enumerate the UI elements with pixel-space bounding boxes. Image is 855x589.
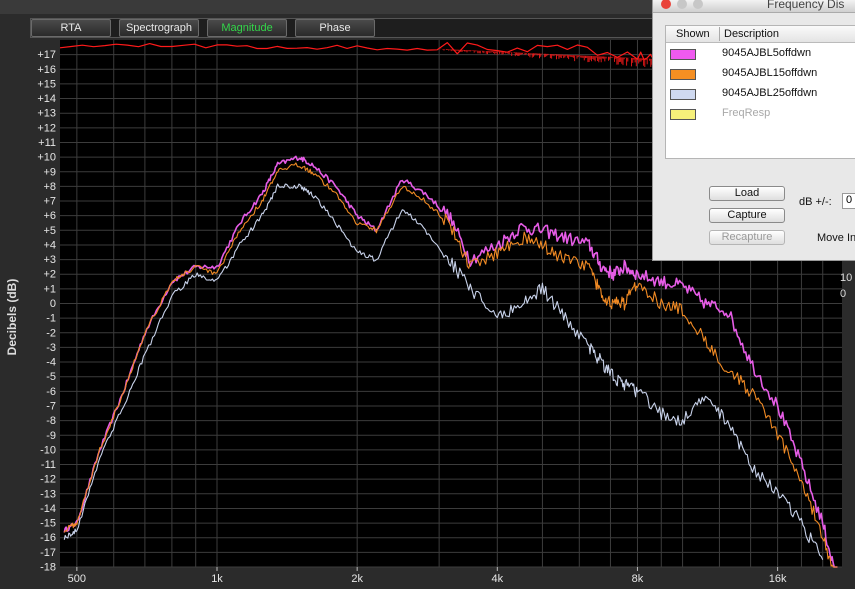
curve-color-swatch[interactable] — [670, 109, 696, 120]
y-tick-label: -5 — [46, 371, 56, 383]
y-tick-label: -4 — [46, 357, 56, 369]
y-tick-label: -13 — [40, 488, 56, 500]
curve-row[interactable]: 9045AJBL25offdwn — [666, 84, 855, 104]
move-in-label: Move In — [817, 232, 855, 244]
minimize-window-icon[interactable] — [677, 0, 687, 9]
dialog-title: Frequency Dis — [767, 0, 845, 11]
y-tick-label: +17 — [37, 49, 56, 61]
y-tick-label: -2 — [46, 327, 56, 339]
capture-button[interactable]: Capture — [709, 208, 785, 223]
y-tick-label: -17 — [40, 547, 56, 559]
y-tick-label: +7 — [43, 196, 56, 208]
close-window-icon[interactable] — [661, 0, 671, 9]
y-tick-label: -10 — [40, 444, 56, 456]
column-separator — [719, 27, 720, 41]
y-tick-label: -12 — [40, 474, 56, 486]
curve-table: Shown Description 9045AJBL5offdwn 9045AJ… — [665, 25, 855, 159]
x-tick-label: 1k — [211, 573, 223, 585]
y-tick-label: -11 — [41, 459, 56, 471]
y-tick-label: -6 — [46, 386, 56, 398]
x-tick-label: 2k — [351, 573, 363, 585]
y-tick-labels: +17+16+15+14+13+12+11+10+9+8+7+6+5+4+3+2… — [37, 49, 56, 573]
recapture-button[interactable]: Recapture — [709, 230, 785, 245]
y-tick-label: +15 — [37, 78, 56, 90]
curve-description: 9045AJBL25offdwn — [722, 87, 818, 99]
y-tick-label: -15 — [40, 518, 56, 530]
curve-row[interactable]: 9045AJBL5offdwn — [666, 44, 855, 64]
frequency-display-dialog: Frequency Dis Shown Description 9045AJBL… — [652, 0, 855, 261]
y-tick-label: -18 — [40, 562, 56, 574]
curve-row[interactable]: FreqResp — [666, 104, 855, 124]
y-tick-label: -3 — [46, 342, 56, 354]
db-offset-field[interactable]: 0 — [842, 193, 855, 209]
y-tick-label: 0 — [50, 298, 56, 310]
db-offset-label: dB +/-: — [799, 196, 832, 208]
y-tick-label: +9 — [43, 166, 56, 178]
zoom-window-icon[interactable] — [693, 0, 703, 9]
y-tick-label: -9 — [46, 430, 56, 442]
y-tick-label: -8 — [46, 415, 56, 427]
y-tick-label: -7 — [46, 400, 56, 412]
y-tick-label: +11 — [38, 137, 56, 149]
x-tick-label: 16k — [769, 573, 787, 585]
column-shown[interactable]: Shown — [676, 28, 710, 40]
curve-table-header: Shown Description — [666, 26, 855, 43]
y-tick-label: +5 — [43, 225, 56, 237]
y-tick-label: +1 — [43, 283, 56, 295]
y-tick-label: +10 — [37, 152, 56, 164]
y-tick-label: +16 — [37, 64, 56, 76]
x-tick-labels: 500 1k 2k 4k 8k 16k — [68, 567, 787, 585]
hidden-panel-value-b: 0 — [840, 288, 847, 300]
dialog-title-bar: Frequency Dis — [653, 0, 855, 13]
hidden-panel-value-a: 10 — [840, 272, 853, 284]
y-tick-label: +6 — [43, 210, 56, 222]
y-tick-label: +8 — [43, 181, 56, 193]
x-tick-label: 500 — [68, 573, 86, 585]
x-tick-label: 8k — [632, 573, 644, 585]
curve-row[interactable]: 9045AJBL15offdwn — [666, 64, 855, 84]
y-tick-label: +2 — [43, 269, 56, 281]
y-tick-label: +3 — [43, 254, 56, 266]
curve-description: 9045AJBL5offdwn — [722, 47, 812, 59]
y-tick-label: -14 — [40, 503, 56, 515]
y-tick-label: +13 — [37, 108, 56, 120]
curve-description: 9045AJBL15offdwn — [722, 67, 818, 79]
y-tick-label: +12 — [37, 122, 56, 134]
x-tick-label: 4k — [491, 573, 503, 585]
y-tick-label: -1 — [46, 313, 56, 325]
curve-description: FreqResp — [722, 107, 771, 119]
y-tick-label: -16 — [40, 532, 56, 544]
y-tick-label: +14 — [37, 93, 56, 105]
curve-color-swatch[interactable] — [670, 69, 696, 80]
y-tick-label: +4 — [43, 239, 56, 251]
load-button[interactable]: Load — [709, 186, 785, 201]
column-description[interactable]: Description — [724, 28, 779, 40]
curve-color-swatch[interactable] — [670, 49, 696, 60]
curve-color-swatch[interactable] — [670, 89, 696, 100]
